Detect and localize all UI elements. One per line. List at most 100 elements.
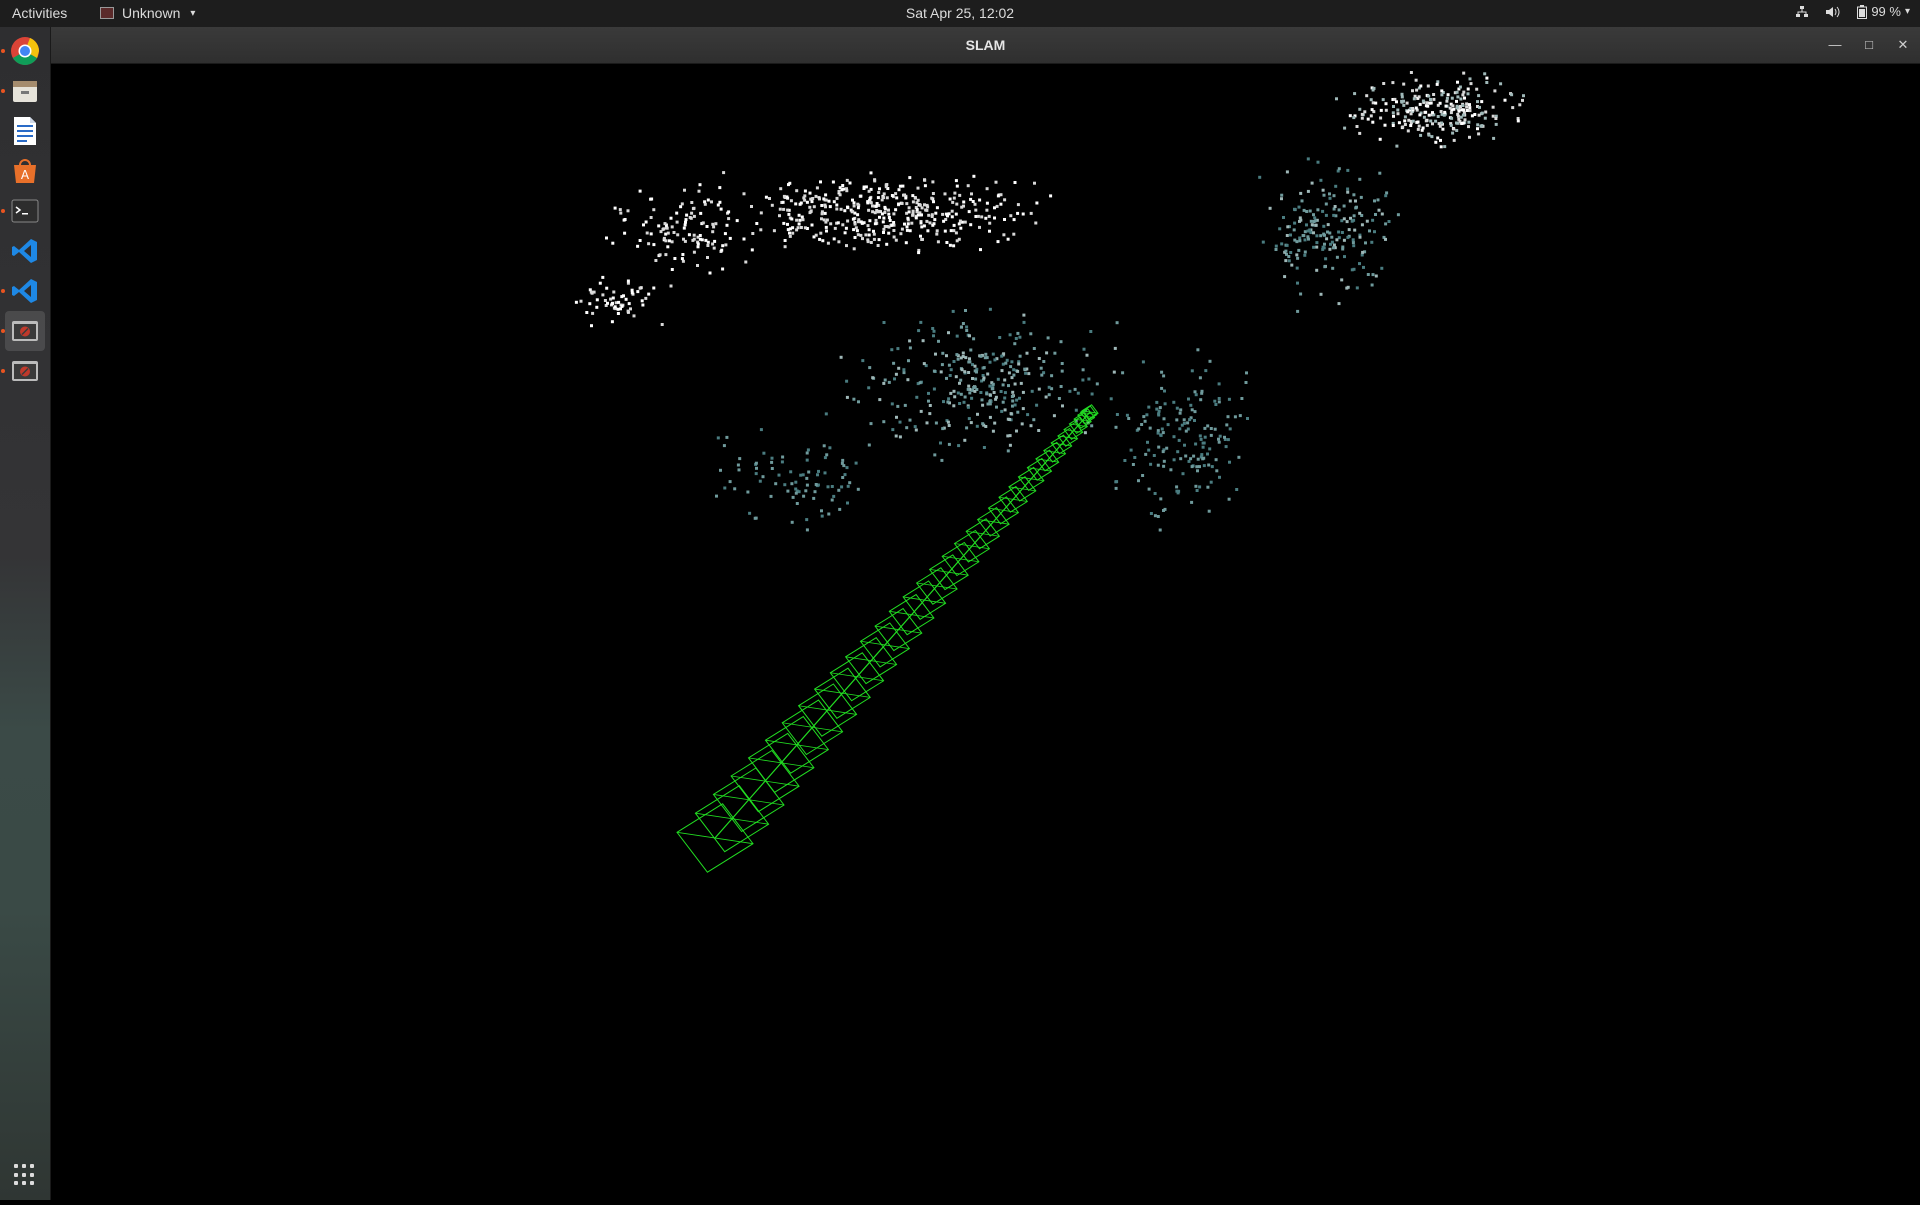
app-menu-label: Unknown: [122, 5, 181, 21]
map-point: [1022, 320, 1026, 324]
map-point: [828, 205, 832, 209]
map-point: [918, 203, 922, 207]
map-point: [932, 387, 936, 391]
map-point: [1346, 168, 1350, 172]
map-point: [985, 201, 989, 205]
map-point: [1179, 457, 1183, 461]
map-point: [1436, 115, 1440, 118]
map-point: [1387, 220, 1391, 223]
map-point: [1299, 191, 1303, 195]
map-point: [908, 229, 912, 233]
map-point: [1462, 108, 1465, 112]
map-point: [797, 213, 801, 217]
dock-item-slam-2[interactable]: [5, 351, 45, 391]
map-point: [824, 198, 828, 202]
app-menu[interactable]: Unknown ▾: [100, 5, 195, 21]
map-point: [845, 395, 849, 399]
map-point: [958, 219, 962, 223]
map-point: [738, 457, 742, 461]
system-tray[interactable]: 99 % ▾: [1795, 4, 1910, 19]
map-point: [960, 368, 964, 372]
map-point: [1342, 204, 1346, 208]
map-point: [970, 192, 973, 196]
map-point: [1179, 408, 1183, 412]
map-point: [1198, 434, 1202, 438]
map-point: [1445, 96, 1449, 100]
map-point: [828, 446, 832, 450]
close-icon[interactable]: ✕: [1894, 36, 1912, 54]
map-point: [921, 237, 924, 241]
map-point: [890, 194, 894, 197]
map-point: [605, 286, 609, 290]
map-point: [1228, 427, 1232, 431]
map-point: [1027, 372, 1031, 376]
dock-item-vscode-2[interactable]: [5, 271, 45, 311]
dock-item-software-center[interactable]: A: [5, 151, 45, 191]
map-point: [1244, 381, 1248, 384]
map-point: [1302, 234, 1306, 238]
map-point: [881, 220, 885, 224]
map-point: [1427, 133, 1431, 137]
map-point: [1463, 118, 1467, 122]
map-point: [928, 404, 932, 407]
map-point: [848, 181, 852, 185]
map-point: [880, 212, 884, 216]
maximize-icon[interactable]: □: [1860, 36, 1878, 54]
dock-item-terminal[interactable]: [5, 191, 45, 231]
map-point: [670, 240, 674, 244]
activities-button[interactable]: Activities: [12, 5, 67, 21]
map-point: [808, 205, 812, 209]
map-point: [1337, 230, 1341, 234]
map-point: [957, 444, 961, 448]
map-point: [869, 241, 873, 244]
map-point: [840, 461, 844, 465]
map-point: [1485, 76, 1489, 80]
point-cloud-scene[interactable]: [51, 64, 1920, 1200]
window-titlebar[interactable]: SLAM — □ ✕: [51, 27, 1920, 64]
map-point: [1046, 336, 1050, 340]
map-point: [1414, 78, 1418, 82]
map-point: [783, 483, 787, 487]
map-point: [941, 212, 945, 216]
map-point: [983, 356, 987, 360]
map-point: [966, 387, 970, 391]
dock-item-writer[interactable]: [5, 111, 45, 151]
clock[interactable]: Sat Apr 25, 12:02: [906, 5, 1014, 21]
map-point: [914, 216, 918, 220]
map-point: [690, 201, 694, 204]
dock-item-chrome[interactable]: [5, 31, 45, 71]
dock-item-vscode[interactable]: [5, 231, 45, 271]
slam-3d-viewer[interactable]: [51, 64, 1920, 1200]
map-point: [1331, 266, 1335, 270]
map-point: [1187, 397, 1190, 401]
map-point: [1414, 106, 1418, 110]
map-point: [1322, 193, 1326, 197]
map-point: [1365, 94, 1369, 98]
map-point: [697, 189, 701, 193]
map-point: [934, 421, 938, 425]
map-point: [1337, 208, 1341, 212]
dock-item-slam[interactable]: [5, 311, 45, 351]
chevron-down-icon: ▾: [190, 7, 196, 19]
map-point: [1321, 245, 1325, 249]
map-point: [719, 468, 722, 472]
map-point: [1431, 111, 1434, 115]
map-point: [999, 193, 1003, 197]
map-point: [680, 257, 684, 261]
map-point: [892, 235, 896, 239]
map-point: [1503, 98, 1507, 102]
map-point: [841, 476, 845, 479]
map-point: [718, 186, 722, 190]
map-point: [803, 226, 807, 230]
map-point: [954, 179, 958, 183]
map-point: [1081, 368, 1085, 372]
dock-item-files[interactable]: [5, 71, 45, 111]
map-point: [1178, 411, 1182, 415]
minimize-icon[interactable]: —: [1826, 36, 1844, 54]
map-point: [1006, 237, 1010, 241]
map-point: [770, 203, 774, 207]
grid-icon[interactable]: [14, 1164, 36, 1186]
map-point: [692, 233, 696, 237]
map-point: [1133, 456, 1137, 459]
map-point: [968, 391, 972, 395]
